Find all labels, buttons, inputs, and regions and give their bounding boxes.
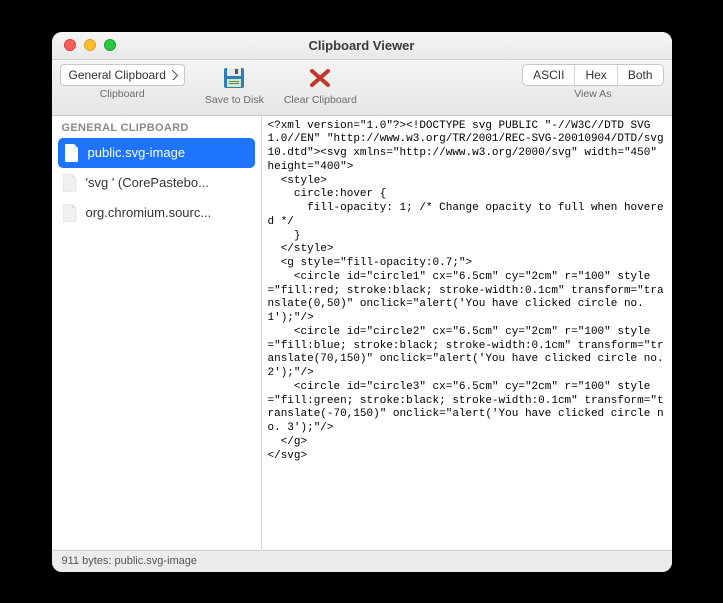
viewas-hex-button[interactable]: Hex: [575, 65, 617, 85]
viewas-both-button[interactable]: Both: [618, 65, 663, 85]
status-text: 911 bytes: public.svg-image: [62, 555, 198, 567]
traffic-lights: [52, 39, 116, 51]
window-title: Clipboard Viewer: [52, 38, 672, 53]
app-window: Clipboard Viewer General Clipboard Clipb…: [52, 32, 672, 572]
file-icon: [62, 173, 78, 193]
sidebar-item[interactable]: 'svg ' (CorePastebo...: [52, 168, 261, 198]
statusbar: 911 bytes: public.svg-image: [52, 550, 672, 572]
clipboard-selector-group: General Clipboard Clipboard: [60, 64, 185, 100]
sidebar-item[interactable]: public.svg-image: [58, 138, 255, 168]
clear-clipboard-button[interactable]: [303, 64, 337, 92]
viewas-label: View As: [574, 88, 611, 100]
save-to-disk-group: Save to Disk: [205, 64, 264, 106]
save-to-disk-label: Save to Disk: [205, 94, 264, 106]
sidebar-item-label: public.svg-image: [88, 145, 186, 160]
zoom-window-button[interactable]: [104, 39, 116, 51]
viewas-group: ASCII Hex Both View As: [522, 64, 663, 100]
titlebar[interactable]: Clipboard Viewer: [52, 32, 672, 60]
clipboard-selector-label: Clipboard: [100, 88, 145, 100]
toolbar: General Clipboard Clipboard Save to Disk: [52, 60, 672, 116]
clear-clipboard-group: Clear Clipboard: [284, 64, 357, 106]
viewas-ascii-button[interactable]: ASCII: [523, 65, 575, 85]
sidebar-item-label: org.chromium.sourc...: [86, 205, 212, 220]
sidebar-item-label: 'svg ' (CorePastebo...: [86, 175, 209, 190]
floppy-disk-icon: [221, 65, 247, 91]
file-icon: [62, 203, 78, 223]
sidebar: GENERAL CLIPBOARD public.svg-image: [52, 116, 262, 550]
clipboard-selector-value: General Clipboard: [69, 68, 166, 82]
minimize-window-button[interactable]: [84, 39, 96, 51]
sidebar-header: GENERAL CLIPBOARD: [52, 116, 261, 138]
save-to-disk-button[interactable]: [217, 64, 251, 92]
sidebar-item[interactable]: org.chromium.sourc...: [52, 198, 261, 228]
content-view[interactable]: <?xml version="1.0"?><!DOCTYPE svg PUBLI…: [262, 116, 672, 550]
clipboard-selector[interactable]: General Clipboard: [60, 64, 185, 86]
x-icon: [307, 65, 333, 91]
close-window-button[interactable]: [64, 39, 76, 51]
viewas-segmented-control: ASCII Hex Both: [522, 64, 663, 86]
clear-clipboard-label: Clear Clipboard: [284, 94, 357, 106]
body-row: GENERAL CLIPBOARD public.svg-image: [52, 116, 672, 550]
file-icon: [64, 143, 80, 163]
